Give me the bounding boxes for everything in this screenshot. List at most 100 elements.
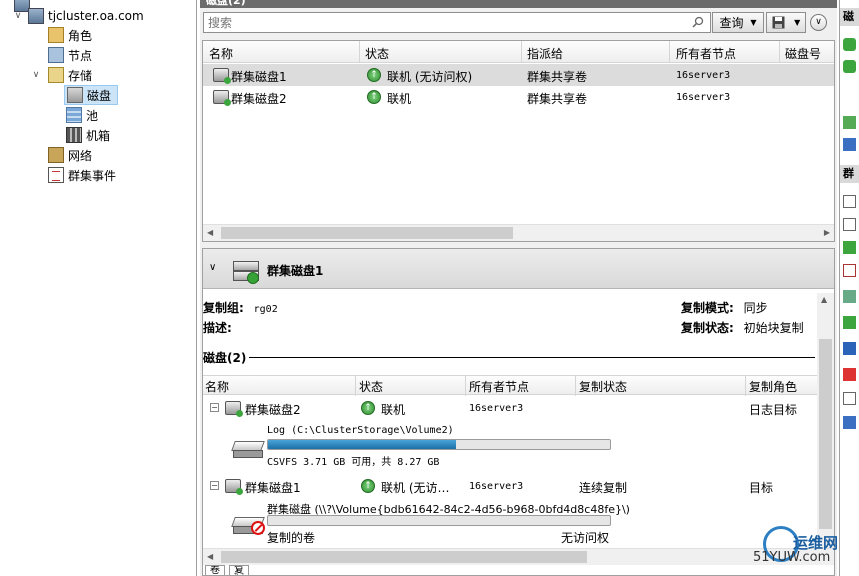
search-icon[interactable]	[692, 16, 704, 28]
disk-owner-node: 16server3	[469, 481, 524, 492]
disk-name: 群集磁盘2	[245, 403, 301, 417]
detail-disk-row[interactable]: − 群集磁盘2 ↑ 联机 16server3 日志目标	[203, 397, 818, 419]
tree-item-disks[interactable]: 磁盘	[64, 85, 118, 105]
action-icon[interactable]	[843, 290, 856, 303]
chevron-down-icon[interactable]: ∨	[30, 70, 42, 80]
tree-item-label: 机箱	[86, 128, 111, 143]
action-icon[interactable]	[843, 316, 856, 329]
volume-usage-fill	[268, 440, 457, 449]
move-icon[interactable]	[843, 60, 856, 73]
actions-pane: 磁 群	[839, 0, 859, 576]
column-header-replication-role[interactable]: 复制角色	[749, 378, 797, 395]
tree-item-label: 磁盘	[87, 88, 112, 103]
disks-grid: 名称 状态 指派给 所有者节点 磁盘号 群集磁盘1 ↑ 联机 (无访问权) 群集…	[202, 40, 835, 242]
column-header-owner[interactable]: 所有者节点	[676, 45, 736, 62]
tab-volume[interactable]: 卷	[205, 565, 225, 575]
remove-icon[interactable]	[843, 368, 856, 381]
column-header-status[interactable]: 状态	[359, 378, 383, 395]
divider	[249, 357, 815, 358]
detail-header: ∨ 群集磁盘1	[203, 249, 834, 289]
tab-replication[interactable]: 复制	[229, 565, 249, 575]
replication-group-value: rg02	[253, 304, 278, 315]
refresh-icon[interactable]	[843, 116, 856, 129]
tree-item-label: tjcluster.oa.com	[48, 9, 144, 23]
column-header-name[interactable]: 名称	[209, 45, 233, 62]
disks-icon	[67, 87, 83, 103]
column-header-assigned[interactable]: 指派给	[527, 45, 563, 62]
tree-item-networks[interactable]: 网络	[48, 145, 92, 165]
search-box[interactable]	[203, 12, 711, 33]
replication-status: 复制状态: 初始块复制	[681, 319, 804, 336]
search-input[interactable]	[204, 13, 674, 32]
collapse-icon[interactable]: −	[210, 481, 219, 490]
action-icon[interactable]	[843, 195, 856, 208]
add-disk-icon[interactable]	[843, 38, 856, 51]
tree-item-nodes[interactable]: 节点	[48, 45, 92, 65]
disk-owner-node: 16server3	[676, 70, 731, 81]
scroll-thumb[interactable]	[221, 227, 513, 239]
cluster-disk-icon	[225, 401, 243, 417]
chevron-down-icon[interactable]: ∨	[810, 14, 827, 31]
save-icon	[772, 16, 785, 29]
detail-grid-header: 名称 状态 所有者节点 复制状态 复制角色	[203, 375, 818, 396]
horizontal-scrollbar[interactable]: ◀	[203, 548, 834, 565]
help-icon[interactable]	[843, 416, 856, 429]
scroll-up-icon[interactable]: ▲	[821, 295, 827, 304]
scroll-thumb[interactable]	[819, 339, 832, 529]
detail-disk-row[interactable]: − 群集磁盘1 ↑ 联机 (无访… 16server3 连续复制 目标	[203, 475, 818, 497]
table-row[interactable]: 群集磁盘1 ↑ 联机 (无访问权) 群集共享卷 16server3	[203, 64, 834, 86]
scroll-left-icon[interactable]: ◀	[207, 552, 213, 561]
scroll-right-icon[interactable]: ▶	[824, 228, 830, 237]
tree-item-cluster[interactable]: ∨ tjcluster.oa.com	[0, 6, 144, 26]
volume-no-access-icon	[231, 517, 265, 535]
column-header-disk-number[interactable]: 磁盘号	[785, 45, 821, 62]
actions-header: 群	[840, 165, 859, 183]
replication-group-label: 复制组:	[203, 301, 244, 315]
nodes-icon	[48, 47, 64, 63]
save-query-button[interactable]: ▼	[766, 12, 806, 33]
tree-item-pools[interactable]: 池	[66, 105, 98, 125]
offline-icon[interactable]	[843, 264, 856, 277]
collapse-icon[interactable]: −	[210, 403, 219, 412]
move-arrow-icon[interactable]	[843, 342, 856, 355]
watermark-line2: 51YUW.com	[753, 550, 831, 565]
tree-item-roles[interactable]: 角色	[48, 25, 92, 45]
replication-status-value: 初始块复制	[743, 321, 804, 335]
column-header-replication-status[interactable]: 复制状态	[579, 378, 627, 395]
horizontal-scrollbar[interactable]: ◀ ▶	[203, 224, 834, 241]
disks-group-heading: 磁盘(2)	[203, 349, 246, 366]
cluster-disk-icon	[225, 479, 243, 495]
tree-item-storage[interactable]: ∨ 存储	[30, 65, 92, 85]
disk-status: 联机 (无访…	[381, 481, 450, 495]
cluster-disk-icon	[213, 68, 231, 84]
description-label: 描述:	[203, 321, 232, 335]
column-header-status[interactable]: 状态	[365, 45, 389, 62]
navigation-tree: ∨ tjcluster.oa.com 角色 节点 ∨ 存储 磁盘 池 机箱 网络…	[0, 0, 197, 576]
window: ∨ tjcluster.oa.com 角色 节点 ∨ 存储 磁盘 池 机箱 网络…	[0, 0, 859, 576]
replication-status-label: 复制状态:	[681, 321, 734, 335]
volume-icon	[231, 441, 265, 459]
disk-status: 联机	[381, 403, 406, 417]
disk-name: 群集磁盘1	[245, 481, 301, 495]
online-icon[interactable]	[843, 241, 856, 254]
chevron-down-icon[interactable]: ∨	[209, 262, 216, 273]
tree-item-label: 角色	[68, 28, 93, 43]
column-header-name[interactable]: 名称	[205, 378, 229, 395]
column-header-owner[interactable]: 所有者节点	[469, 378, 529, 395]
chevron-down-icon[interactable]: ∨	[12, 11, 24, 21]
tree-item-enclosures[interactable]: 机箱	[66, 125, 110, 145]
tree-item-cluster-events[interactable]: 群集事件	[48, 165, 116, 185]
scroll-left-icon[interactable]: ◀	[207, 228, 213, 237]
vertical-scrollbar[interactable]: ▲	[817, 293, 834, 553]
main-pane: 磁盘(2) 查询 ▼ ▼ ∨ 名称 状态	[200, 0, 837, 576]
query-label: 查询	[719, 16, 744, 30]
query-button[interactable]: 查询 ▼	[712, 12, 764, 33]
description: 描述:	[203, 319, 232, 336]
enclosures-icon	[66, 127, 82, 143]
properties-icon[interactable]	[843, 392, 856, 405]
action-icon[interactable]	[843, 218, 856, 231]
help-icon[interactable]	[843, 138, 856, 151]
table-row[interactable]: 群集磁盘2 ↑ 联机 群集共享卷 16server3	[203, 86, 834, 108]
scroll-thumb[interactable]	[221, 551, 587, 563]
cluster-events-icon	[48, 167, 64, 183]
